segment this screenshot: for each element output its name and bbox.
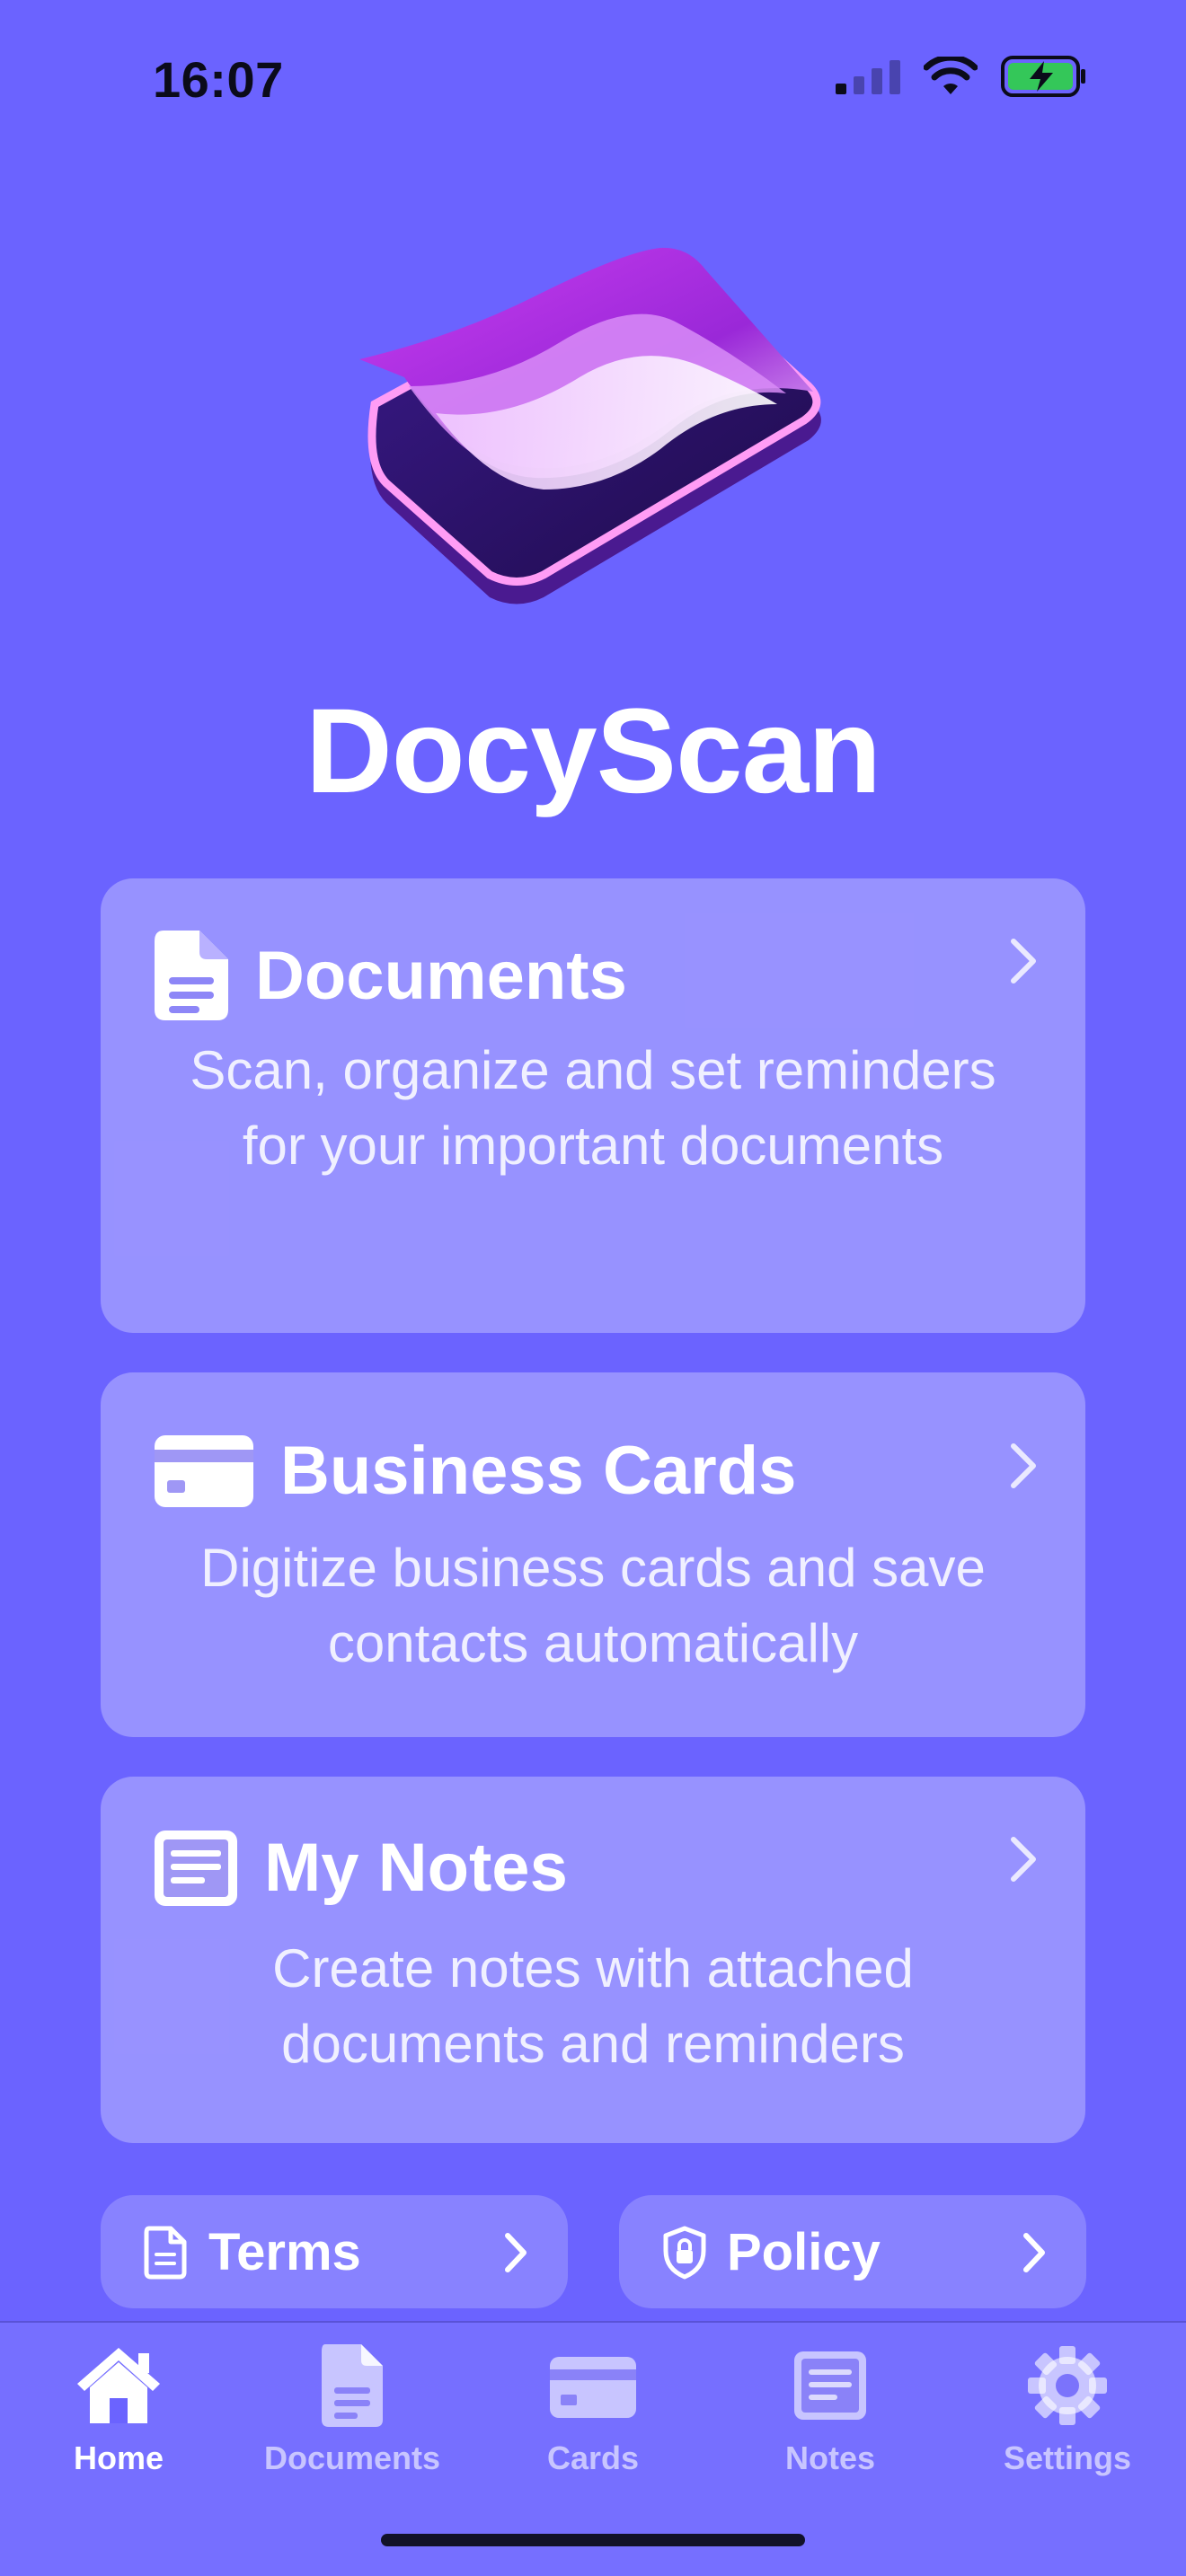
wifi-icon (924, 57, 978, 94)
policy-label: Policy (727, 2223, 881, 2281)
tab-cards[interactable]: Cards (474, 2341, 712, 2493)
card-title: My Notes (264, 1830, 568, 1906)
app-logo (359, 247, 821, 604)
card-description: Digitize business cards and save contact… (200, 1538, 986, 1673)
tab-home[interactable]: Home (0, 2341, 237, 2493)
card-title: Documents (255, 937, 627, 1014)
cellular-signal-icon (836, 60, 900, 94)
note-icon (794, 2351, 866, 2420)
card-header: Business Cards (155, 1432, 796, 1510)
home-screen: 16:07 DocyScan Documents Scan, organize … (0, 0, 1186, 2576)
tab-label: Cards (546, 2439, 640, 2476)
terms-button[interactable]: Terms (101, 2195, 568, 2308)
card-header: Documents (155, 931, 627, 1020)
document-icon (155, 931, 228, 1020)
terms-label: Terms (208, 2223, 361, 2281)
status-icons (836, 56, 1087, 97)
card-description: Create notes with attached documents and… (272, 1938, 914, 2074)
credit-card-icon (550, 2357, 636, 2418)
house-icon (77, 2348, 160, 2423)
tab-notes[interactable]: Notes (712, 2341, 949, 2493)
tab-documents[interactable]: Documents (234, 2341, 471, 2493)
card-description: Scan, organize and set reminders for you… (190, 1040, 996, 1176)
tab-label: Home (73, 2439, 164, 2476)
business-cards-card[interactable]: Business Cards Digitize business cards a… (101, 1372, 1085, 1737)
tab-label: Notes (784, 2439, 876, 2476)
shield-lock-icon (663, 2226, 706, 2280)
battery-charging-icon (1001, 56, 1085, 97)
chevron-right-icon (1023, 2233, 1045, 2272)
note-icon (155, 1830, 237, 1906)
status-time: 16:07 (153, 51, 284, 108)
tab-label: Documents (263, 2439, 441, 2476)
status-bar: 16:07 (0, 0, 1186, 153)
gear-icon (1028, 2346, 1107, 2425)
home-indicator (381, 2534, 805, 2546)
chevron-right-icon (1011, 939, 1036, 984)
tab-settings[interactable]: Settings (949, 2341, 1186, 2493)
document-outline-icon (144, 2226, 187, 2280)
card-header: My Notes (155, 1829, 568, 1907)
documents-card[interactable]: Documents Scan, organize and set reminde… (101, 878, 1085, 1333)
chevron-right-icon (1011, 1837, 1036, 1882)
card-title: Business Cards (280, 1433, 797, 1509)
tab-label: Settings (1003, 2439, 1131, 2476)
chevron-right-icon (505, 2233, 527, 2272)
chevron-right-icon (1011, 1443, 1036, 1488)
credit-card-icon (155, 1434, 253, 1507)
my-notes-card[interactable]: My Notes Create notes with attached docu… (101, 1777, 1085, 2143)
policy-button[interactable]: Policy (619, 2195, 1086, 2308)
document-icon (322, 2344, 383, 2427)
app-title: DocyScan (305, 684, 881, 818)
